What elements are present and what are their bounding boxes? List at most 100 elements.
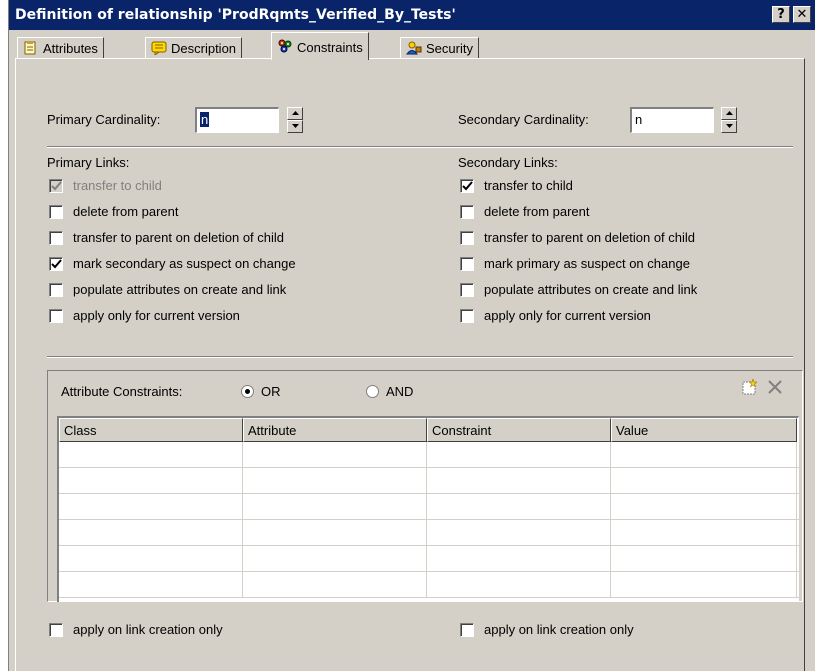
new-row-icon xyxy=(742,378,758,395)
tab-security[interactable]: Security xyxy=(400,37,479,59)
primary-link-checkbox[interactable] xyxy=(49,205,63,219)
table-cell[interactable] xyxy=(243,546,427,572)
secondary-link-checkbox[interactable] xyxy=(460,231,474,245)
arrow-up-icon xyxy=(726,111,733,115)
table-cell[interactable] xyxy=(611,442,797,468)
primary-link-checkbox[interactable] xyxy=(49,283,63,297)
delete-constraint-button[interactable] xyxy=(766,378,784,399)
and-label[interactable]: AND xyxy=(386,384,413,399)
tab-attributes[interactable]: Attributes xyxy=(17,37,104,59)
attributes-icon xyxy=(23,41,39,55)
primary-link-checkbox[interactable] xyxy=(49,257,63,271)
spin-down-button[interactable] xyxy=(721,120,737,133)
secondary-link-checkbox[interactable] xyxy=(460,179,474,193)
table-row[interactable] xyxy=(59,468,799,494)
table-cell[interactable] xyxy=(243,468,427,494)
primary-cardinality-spinner[interactable] xyxy=(287,107,303,133)
table-cell[interactable] xyxy=(427,546,611,572)
table-row[interactable] xyxy=(59,520,799,546)
add-constraint-button[interactable] xyxy=(741,378,759,399)
table-cell[interactable] xyxy=(611,468,797,494)
secondary-cardinality-spinner[interactable] xyxy=(721,107,737,133)
table-cell[interactable] xyxy=(427,442,611,468)
secondary-link-checkbox[interactable] xyxy=(460,283,474,297)
primary-link-checkbox[interactable] xyxy=(49,309,63,323)
separator xyxy=(47,356,793,358)
table-row[interactable] xyxy=(59,442,799,468)
primary-link-label[interactable]: populate attributes on create and link xyxy=(73,282,286,297)
constraints-table[interactable]: Class Attribute Constraint Value xyxy=(57,416,799,602)
secondary-link-label[interactable]: transfer to parent on deletion of child xyxy=(484,230,695,245)
table-cell[interactable] xyxy=(427,520,611,546)
window-title: Definition of relationship 'ProdRqmts_Ve… xyxy=(15,7,456,23)
table-cell[interactable] xyxy=(611,572,797,598)
table-cell[interactable] xyxy=(59,442,243,468)
secondary-link-label[interactable]: apply only for current version xyxy=(484,308,651,323)
table-row[interactable] xyxy=(59,572,799,598)
table-row[interactable] xyxy=(59,546,799,572)
secondary-link-label[interactable]: mark primary as suspect on change xyxy=(484,256,690,271)
or-radio[interactable] xyxy=(241,385,254,398)
table-cell[interactable] xyxy=(611,494,797,520)
table-cell[interactable] xyxy=(427,468,611,494)
primary-cardinality-value: n xyxy=(200,112,210,127)
constraints-icon xyxy=(277,38,293,53)
arrow-down-icon xyxy=(726,124,733,128)
column-header-value[interactable]: Value xyxy=(611,418,797,442)
table-cell[interactable] xyxy=(243,494,427,520)
close-button[interactable]: ✕ xyxy=(793,6,811,23)
primary-cardinality-input[interactable]: n xyxy=(195,107,279,133)
table-cell[interactable] xyxy=(427,494,611,520)
secondary-link-label[interactable]: transfer to child xyxy=(484,178,573,193)
secondary-apply-on-link-creation-checkbox[interactable] xyxy=(460,623,474,637)
secondary-cardinality-value: n xyxy=(635,112,643,127)
primary-link-label[interactable]: transfer to parent on deletion of child xyxy=(73,230,284,245)
spin-down-button[interactable] xyxy=(287,120,303,133)
primary-link-label[interactable]: mark secondary as suspect on change xyxy=(73,256,296,271)
table-cell[interactable] xyxy=(59,572,243,598)
column-header-attribute[interactable]: Attribute xyxy=(243,418,427,442)
tab-label: Attributes xyxy=(43,41,98,56)
table-cell[interactable] xyxy=(243,442,427,468)
column-header-class[interactable]: Class xyxy=(59,418,243,442)
table-cell[interactable] xyxy=(59,494,243,520)
table-cell[interactable] xyxy=(611,546,797,572)
column-header-constraint[interactable]: Constraint xyxy=(427,418,611,442)
secondary-link-checkbox[interactable] xyxy=(460,309,474,323)
tab-constraints[interactable]: Constraints xyxy=(271,32,369,60)
secondary-apply-on-link-creation-label[interactable]: apply on link creation only xyxy=(484,622,634,637)
tab-label: Security xyxy=(426,41,473,56)
table-cell[interactable] xyxy=(243,572,427,598)
table-row[interactable] xyxy=(59,494,799,520)
secondary-link-label[interactable]: delete from parent xyxy=(484,204,590,219)
tab-strip: Attributes Description Constraints Secur… xyxy=(9,31,815,60)
secondary-link-checkbox[interactable] xyxy=(460,257,474,271)
primary-link-label[interactable]: apply only for current version xyxy=(73,308,240,323)
primary-apply-on-link-creation-checkbox[interactable] xyxy=(49,623,63,637)
primary-link-checkbox xyxy=(49,179,63,193)
primary-links-heading: Primary Links: xyxy=(47,155,130,170)
security-icon xyxy=(406,41,422,55)
primary-apply-on-link-creation-label[interactable]: apply on link creation only xyxy=(73,622,223,637)
secondary-link-label[interactable]: populate attributes on create and link xyxy=(484,282,697,297)
title-bar[interactable]: Definition of relationship 'ProdRqmts_Ve… xyxy=(9,0,815,30)
secondary-cardinality-input[interactable]: n xyxy=(630,107,714,133)
table-cell[interactable] xyxy=(59,520,243,546)
primary-link-label[interactable]: delete from parent xyxy=(73,204,179,219)
checkmark-icon xyxy=(51,259,62,269)
table-cell[interactable] xyxy=(59,468,243,494)
spin-up-button[interactable] xyxy=(287,107,303,120)
or-label[interactable]: OR xyxy=(261,384,281,399)
checkmark-icon xyxy=(51,181,62,191)
primary-link-checkbox[interactable] xyxy=(49,231,63,245)
help-button[interactable]: ? xyxy=(772,6,790,23)
table-cell[interactable] xyxy=(59,546,243,572)
tab-description[interactable]: Description xyxy=(145,37,243,59)
spin-up-button[interactable] xyxy=(721,107,737,120)
table-cell[interactable] xyxy=(611,520,797,546)
table-cell[interactable] xyxy=(427,572,611,598)
table-cell[interactable] xyxy=(243,520,427,546)
and-radio[interactable] xyxy=(366,385,379,398)
radio-dot xyxy=(245,389,250,394)
secondary-link-checkbox[interactable] xyxy=(460,205,474,219)
